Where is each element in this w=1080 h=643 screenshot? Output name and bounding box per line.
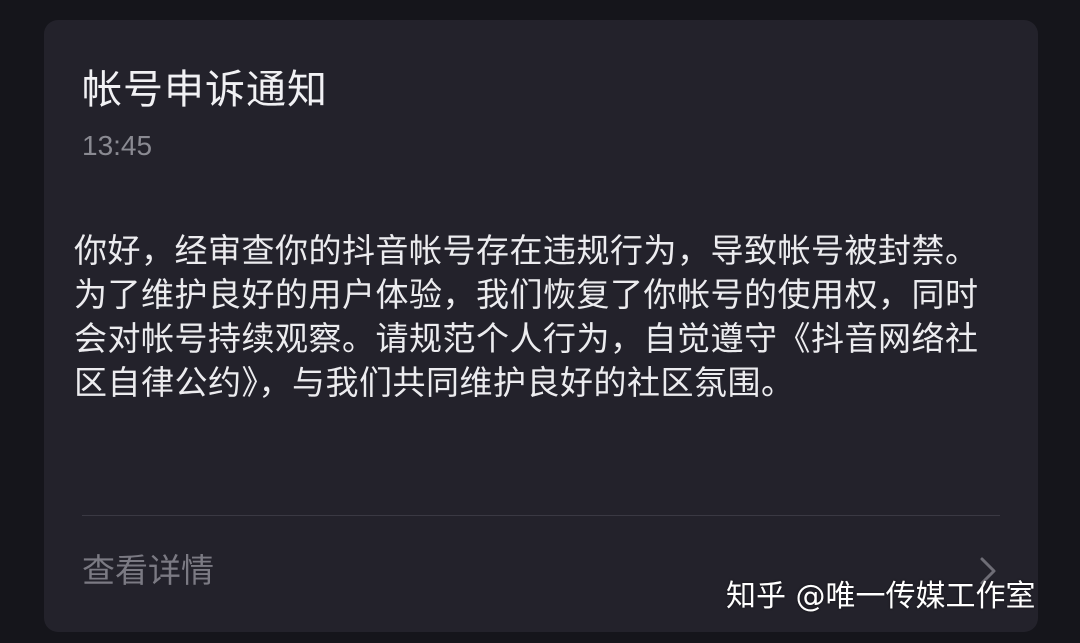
- notification-body: 你好，经审查你的抖音帐号存在违规行为，导致帐号被封禁。为了维护良好的用户体验，我…: [74, 231, 979, 402]
- watermark-text: 知乎 @唯一传媒工作室: [726, 579, 1036, 614]
- notification-title: 帐号申诉通知: [82, 67, 328, 113]
- view-details-label: 查看详情: [82, 551, 214, 590]
- notification-card: 帐号申诉通知 13:45 你好，经审查你的抖音帐号存在违规行为，导致帐号被封禁。…: [44, 20, 1038, 632]
- notification-time: 13:45: [82, 130, 153, 161]
